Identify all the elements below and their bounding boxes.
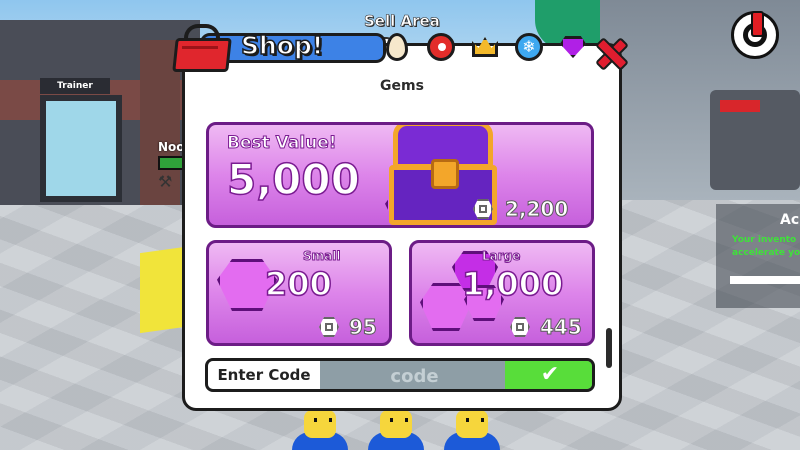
crown-icon (472, 37, 498, 57)
side-panel-bar (730, 276, 800, 284)
yellow-block (140, 246, 185, 334)
trainer-door (40, 95, 122, 202)
treasure-chest-icon (385, 125, 515, 225)
best-value-label: Best Value! (227, 133, 338, 154)
small-label: Small (302, 249, 341, 264)
enter-code-label: Enter Code (208, 361, 320, 389)
egg-icon (386, 33, 408, 61)
small-amount: 200 (264, 264, 332, 304)
confirm-button[interactable]: ✔ (505, 361, 592, 389)
basket-icon (168, 20, 232, 72)
robux-icon (319, 317, 339, 337)
clock-icon (427, 33, 455, 61)
code-input[interactable] (320, 361, 509, 389)
code-redeem-bar: Enter Code ✔ (205, 358, 595, 392)
side-panel-title: Ac (780, 212, 800, 228)
trainer-sign: Trainer (40, 78, 110, 94)
tab-frost[interactable]: ❄ (512, 30, 546, 64)
robux-icon (510, 317, 530, 337)
tab-boosts[interactable] (424, 30, 458, 64)
large-price: 445 (540, 315, 583, 340)
best-value-amount: 5,000 (226, 154, 360, 205)
shop-title: Shop! (240, 30, 324, 61)
best-value-price: 2,200 (504, 197, 569, 222)
power-button[interactable] (731, 11, 779, 59)
side-panel-text: Your invento accelerate you (732, 235, 800, 258)
large-offer[interactable]: Large 1,000 445 (409, 240, 595, 346)
tab-eggs[interactable] (380, 30, 414, 64)
small-offer[interactable]: Small 200 95 (206, 240, 392, 346)
close-button[interactable] (596, 38, 624, 66)
side-panel: Ac Your invento accelerate you (716, 204, 800, 308)
best-value-offer[interactable]: Best Value! 5,000 2,200 (206, 122, 594, 228)
section-title: Gems (380, 78, 424, 94)
snowflake-icon: ❄ (515, 33, 543, 61)
large-label: Large (481, 249, 521, 264)
machine (710, 90, 800, 190)
tab-vip[interactable] (468, 30, 502, 64)
small-price: 95 (349, 315, 378, 340)
tab-gems[interactable] (556, 30, 590, 64)
gem-icon (560, 36, 586, 58)
scrollbar[interactable] (606, 328, 612, 368)
shop-tabs: ❄ (380, 30, 620, 66)
large-amount: 1,000 (461, 264, 564, 304)
sell-area-label: Sell Area (364, 12, 440, 31)
